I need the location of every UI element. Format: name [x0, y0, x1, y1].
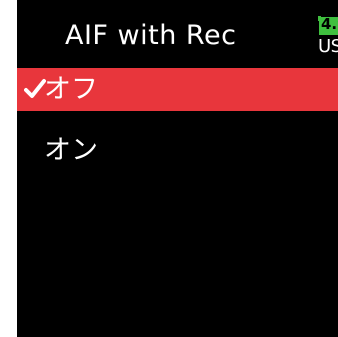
option-off[interactable]: オフ: [17, 68, 338, 111]
power-status: 4.9 USI: [316, 14, 338, 60]
option-on[interactable]: オン: [17, 129, 338, 172]
option-list: オフ オン: [17, 68, 338, 190]
device-screen: AIF with Rec 4.9 USI オフ オン: [17, 0, 338, 337]
option-label: オン: [44, 135, 98, 166]
power-source-label: USI: [318, 36, 338, 57]
header: AIF with Rec 4.9 USI: [17, 0, 338, 68]
option-label: オフ: [44, 74, 98, 105]
page-title: AIF with Rec: [65, 20, 237, 51]
battery-value: 4.9: [321, 15, 338, 33]
check-icon: [24, 76, 46, 102]
